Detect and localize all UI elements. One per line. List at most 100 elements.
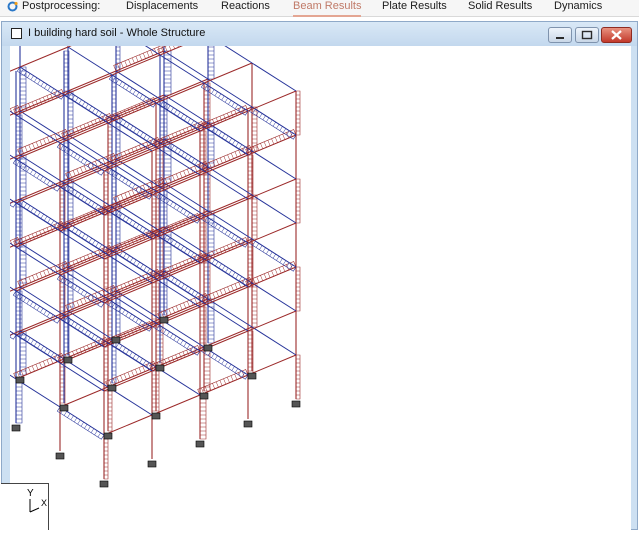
beam-z-diagram-hatch: [47, 86, 51, 91]
beam-x-diagram-hatch: [219, 248, 223, 254]
beam-x-diagram-hatch: [39, 362, 43, 369]
beam-z-diagram-hatch: [282, 260, 287, 265]
maximize-button[interactable]: [575, 27, 599, 43]
beam-x-diagram-hatch: [47, 269, 50, 275]
beam-x-diagram-hatch: [212, 251, 215, 257]
beam-x: [19, 46, 69, 68]
maximize-icon: [581, 30, 593, 40]
structure-viewport[interactable]: [0, 6, 631, 530]
beam-z-diagram-hatch: [54, 90, 58, 96]
beam-z: [0, 236, 17, 248]
beam-x-diagram-hatch: [175, 264, 179, 270]
tab-reactions[interactable]: Reactions: [221, 0, 270, 15]
beam-z-diagram-hatch: [36, 305, 40, 311]
beam-z-diagram-hatch: [78, 193, 82, 199]
beam-z-diagram-hatch: [221, 359, 225, 365]
beam-x-diagram-hatch: [171, 356, 175, 362]
beam-x-diagram-hatch: [139, 54, 143, 61]
beam-z-diagram-hatch: [47, 350, 51, 355]
beam-z-diagram-hatch: [119, 119, 123, 124]
beam-z-diagram-hatch: [54, 354, 58, 360]
tab-solid-results[interactable]: Solid Results: [468, 0, 532, 15]
beam-x-diagram-hatch: [46, 227, 50, 234]
beam-z-diagram-hatch: [183, 342, 187, 347]
beam-z-diagram-hatch: [91, 202, 95, 207]
minimize-button[interactable]: [548, 27, 572, 43]
beam-x-diagram-hatch: [17, 371, 20, 378]
beam-x: [159, 78, 209, 100]
tab-plate-results[interactable]: Plate Results: [382, 0, 447, 15]
window-titlebar[interactable]: I building hard soil - Whole Structure: [2, 22, 637, 46]
beam-x-diagram-hatch: [175, 354, 179, 361]
beam-x-diagram-hatch: [131, 189, 135, 196]
window-app-icon: [11, 28, 22, 39]
beam-z-diagram-hatch: [84, 424, 88, 429]
beam-z-diagram-hatch: [122, 347, 126, 352]
beam-x-diagram-hatch: [223, 288, 227, 294]
beam-z: [0, 148, 17, 160]
beam-z-diagram-hatch: [232, 140, 236, 145]
beam-x-diagram-hatch: [109, 379, 112, 386]
beam-z-diagram-hatch: [132, 89, 136, 95]
beam-x-diagram-hatch: [234, 373, 238, 380]
close-button[interactable]: [601, 27, 632, 43]
beam-x-diagram-hatch: [72, 260, 76, 267]
beam-z-diagram-hatch: [123, 121, 127, 126]
beam-z-diagram-hatch: [174, 241, 178, 247]
tab-beam-results[interactable]: Beam Results: [293, 0, 362, 17]
tab-displacements[interactable]: Displacements: [126, 0, 198, 15]
beam-z-diagram-hatch: [139, 94, 143, 99]
beam-x-diagram-hatch: [31, 365, 35, 372]
beam-z: [203, 170, 249, 200]
beam-x: [111, 54, 161, 76]
beam-x-diagram-hatch: [117, 195, 120, 202]
beam-x-diagram-hatch: [127, 281, 131, 288]
beam-z-diagram-hatch: [20, 69, 24, 74]
beam-x-diagram-hatch: [50, 225, 54, 232]
beam-x: [63, 74, 113, 96]
beam-x-diagram-hatch: [230, 243, 234, 250]
beam-z-diagram-hatch: [27, 205, 31, 210]
beam-x-diagram-hatch: [128, 191, 132, 197]
beam-z-diagram-hatch: [231, 102, 235, 107]
beam-z-diagram-hatch: [138, 320, 143, 325]
support: [99, 480, 109, 488]
beam-x-diagram-hatch: [28, 103, 31, 109]
beam-x-diagram-hatch: [75, 349, 79, 356]
beam-z-diagram-hatch: [178, 281, 182, 287]
beam-z: [107, 210, 153, 240]
beam-x-diagram-hatch: [238, 149, 242, 156]
beam-z-diagram-hatch: [60, 145, 64, 150]
beam-x-diagram-hatch: [175, 41, 179, 48]
beam-x-diagram-hatch: [124, 283, 128, 289]
beam-z-diagram-hatch: [128, 181, 132, 187]
beam-z-diagram-hatch: [276, 256, 280, 261]
beam-z: [19, 154, 65, 184]
beam-z-diagram-hatch: [142, 360, 147, 365]
beam-z-diagram-hatch: [140, 132, 144, 137]
beam-z-diagram-hatch: [142, 96, 147, 101]
beam-z-diagram-hatch: [132, 221, 136, 227]
beam-x-diagram-hatch: [102, 157, 106, 164]
beam-x-diagram-hatch: [139, 145, 142, 151]
beam-z-diagram-hatch: [238, 144, 243, 149]
beam-z-diagram-hatch: [92, 240, 96, 245]
beam-z-diagram-hatch: [171, 145, 175, 150]
beam-z-diagram-hatch: [252, 109, 256, 114]
beam-x-diagram-hatch: [31, 233, 35, 240]
beam-x-diagram-hatch: [231, 153, 234, 159]
beam-x: [247, 178, 297, 200]
beam-z-diagram-hatch: [221, 227, 225, 233]
tab-dynamics[interactable]: Dynamics: [554, 0, 602, 15]
beam-x-diagram-hatch: [234, 109, 238, 116]
beam-z-diagram-hatch: [91, 334, 95, 339]
beam-x: [247, 310, 297, 332]
beam-z-diagram-hatch: [126, 349, 130, 355]
beam-x-diagram-hatch: [256, 276, 260, 283]
beam-x-diagram-hatch: [142, 365, 146, 372]
beam-z-diagram-hatch: [40, 308, 44, 313]
beam-z-diagram-hatch: [16, 161, 20, 166]
beam-z-diagram-hatch: [74, 285, 78, 291]
beam-x-diagram-hatch: [219, 157, 223, 164]
beam-z-diagram-hatch: [34, 341, 38, 347]
